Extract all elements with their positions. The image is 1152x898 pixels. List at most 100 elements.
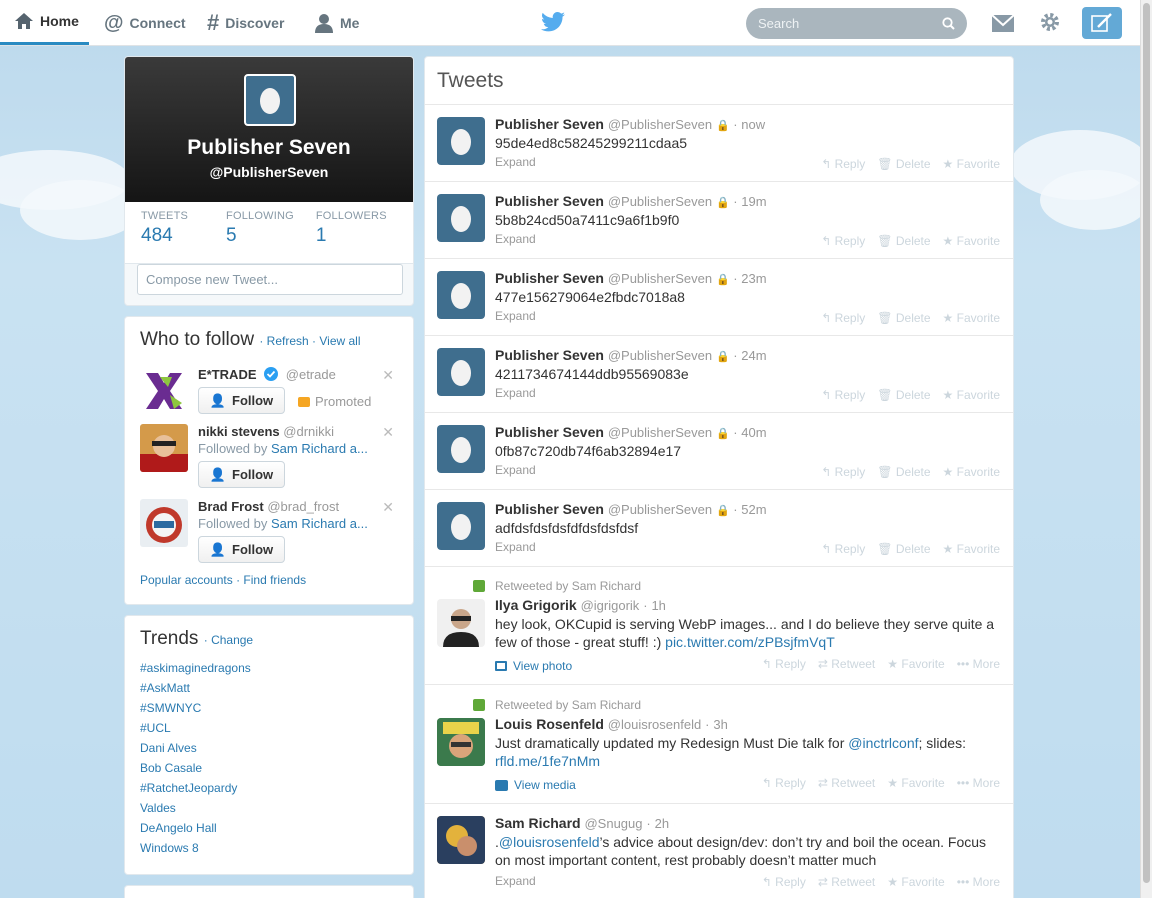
favorite-action[interactable]: ★ Favorite <box>943 388 1000 402</box>
tweet[interactable]: Retweeted by Sam Richard Louis Rosenfeld… <box>425 685 1013 804</box>
suggestion-name[interactable]: E*TRADE @etrade <box>198 367 336 382</box>
nav-home[interactable]: Home <box>0 0 89 45</box>
reply-action[interactable]: ↰ Reply <box>762 875 806 889</box>
tweet-author-name[interactable]: Publisher Seven <box>495 193 604 209</box>
delete-action[interactable]: 🗑 Delete <box>877 542 930 556</box>
compose-tweet-input[interactable]: Compose new Tweet... <box>137 264 403 295</box>
tweet-author-handle[interactable]: @igrigorik <box>581 598 640 613</box>
trend-item[interactable]: Dani Alves <box>140 738 398 758</box>
followed-by-link[interactable]: Sam Richard a... <box>271 516 368 531</box>
find-friends-link[interactable]: Find friends <box>243 573 306 587</box>
tweet-avatar[interactable] <box>437 502 485 550</box>
retweet-action[interactable]: ⇄ Retweet <box>818 776 875 790</box>
tweet-timestamp[interactable]: now <box>741 117 765 132</box>
refresh-link[interactable]: Refresh <box>267 334 309 348</box>
expand-link[interactable]: Expand <box>495 386 536 400</box>
tweet-author-handle[interactable]: @louisrosenfeld <box>608 717 701 732</box>
profile-banner[interactable]: Publisher Seven @PublisherSeven <box>125 57 413 202</box>
tweet-author-name[interactable]: Louis Rosenfeld <box>495 716 604 732</box>
dismiss-icon[interactable]: ✕ <box>382 424 394 441</box>
favorite-action[interactable]: ★ Favorite <box>943 157 1000 171</box>
tweet-avatar[interactable] <box>437 718 485 766</box>
delete-action[interactable]: 🗑 Delete <box>877 157 930 171</box>
expand-link[interactable]: Expand <box>495 540 536 554</box>
change-trends-link[interactable]: Change <box>211 633 253 647</box>
nav-discover[interactable]: # Discover <box>207 0 284 46</box>
tweet-timestamp[interactable]: 1h <box>651 598 665 613</box>
favorite-action[interactable]: ★ Favorite <box>943 234 1000 248</box>
reply-action[interactable]: ↰ Reply <box>821 542 865 556</box>
expand-link[interactable]: Expand <box>495 155 536 169</box>
stat-tweets[interactable]: TWEETS 484 <box>141 210 188 263</box>
delete-action[interactable]: 🗑 Delete <box>877 388 930 402</box>
tweet[interactable]: Retweeted by Sam Richard Ilya Grigorik @… <box>425 566 1013 685</box>
avatar[interactable] <box>140 424 188 472</box>
expand-link[interactable]: Expand <box>495 309 536 323</box>
popular-accounts-link[interactable]: Popular accounts <box>140 573 233 587</box>
tweet[interactable]: Publisher Seven @PublisherSeven 🔒 · 24m 4… <box>425 336 1013 413</box>
favorite-action[interactable]: ★ Favorite <box>943 311 1000 325</box>
trend-item[interactable]: #AskMatt <box>140 678 398 698</box>
retweet-action[interactable]: ⇄ Retweet <box>818 875 875 889</box>
tweet[interactable]: Publisher Seven @PublisherSeven 🔒 · 40m 0… <box>425 413 1013 490</box>
nav-connect[interactable]: @ Connect <box>104 0 186 46</box>
profile-avatar[interactable] <box>244 74 296 126</box>
trend-item[interactable]: DeAngelo Hall <box>140 818 398 838</box>
reply-action[interactable]: ↰ Reply <box>821 311 865 325</box>
etrade-logo[interactable] <box>140 367 188 415</box>
tweet-author-handle[interactable]: @Snugug <box>584 816 642 831</box>
tweet-timestamp[interactable]: 24m <box>741 348 766 363</box>
reply-action[interactable]: ↰ Reply <box>821 465 865 479</box>
delete-action[interactable]: 🗑 Delete <box>877 234 930 248</box>
follow-button[interactable]: 👤 Follow <box>198 536 285 563</box>
tweet-avatar[interactable] <box>437 271 485 319</box>
messages-envelope-icon[interactable] <box>991 14 1015 33</box>
profile-handle[interactable]: @PublisherSeven <box>125 164 413 180</box>
reply-action[interactable]: ↰ Reply <box>762 657 806 671</box>
tweet-author-name[interactable]: Publisher Seven <box>495 347 604 363</box>
follow-button[interactable]: 👤 Follow <box>198 387 285 414</box>
tweet-author-handle[interactable]: @PublisherSeven <box>608 194 712 209</box>
search-icon[interactable] <box>942 17 955 30</box>
tweet-timestamp[interactable]: 52m <box>741 502 766 517</box>
tweet-timestamp[interactable]: 40m <box>741 425 766 440</box>
suggestion-name[interactable]: nikki stevens @drnikki <box>198 424 334 439</box>
follow-button[interactable]: 👤 Follow <box>198 461 285 488</box>
view-photo-link[interactable]: View photo <box>495 659 572 673</box>
trend-item[interactable]: #askimaginedragons <box>140 658 398 678</box>
more-action[interactable]: ••• More <box>957 875 1000 889</box>
view-media-link[interactable]: View media <box>495 778 576 792</box>
expand-link[interactable]: Expand <box>495 232 536 246</box>
tweet[interactable]: Publisher Seven @PublisherSeven 🔒 · 52m a… <box>425 490 1013 567</box>
suggestion-name[interactable]: Brad Frost @brad_frost <box>198 499 339 514</box>
tweet[interactable]: Publisher Seven @PublisherSeven 🔒 · 19m 5… <box>425 182 1013 259</box>
favorite-action[interactable]: ★ Favorite <box>887 875 944 889</box>
tweet-timestamp[interactable]: 2h <box>655 816 669 831</box>
gear-icon[interactable] <box>1039 11 1061 33</box>
dismiss-icon[interactable]: ✕ <box>382 499 394 516</box>
followed-by-link[interactable]: Sam Richard a... <box>271 441 368 456</box>
tweet-author-handle[interactable]: @PublisherSeven <box>608 271 712 286</box>
more-action[interactable]: ••• More <box>957 776 1000 790</box>
reply-action[interactable]: ↰ Reply <box>821 388 865 402</box>
tweet-author-name[interactable]: Sam Richard <box>495 815 581 831</box>
reply-action[interactable]: ↰ Reply <box>762 776 806 790</box>
tweet-avatar[interactable] <box>437 117 485 165</box>
tweet[interactable]: Publisher Seven @PublisherSeven 🔒 · 23m 4… <box>425 259 1013 336</box>
dismiss-icon[interactable]: ✕ <box>382 367 394 384</box>
trend-item[interactable]: Windows 8 <box>140 838 398 858</box>
retweet-action[interactable]: ⇄ Retweet <box>818 657 875 671</box>
scrollbar-thumb[interactable] <box>1143 3 1150 883</box>
nav-me[interactable]: Me <box>314 0 359 46</box>
delete-action[interactable]: 🗑 Delete <box>877 311 930 325</box>
avatar[interactable] <box>140 499 188 547</box>
trend-item[interactable]: Valdes <box>140 798 398 818</box>
tweet[interactable]: Publisher Seven @PublisherSeven 🔒 · now 9… <box>425 105 1013 182</box>
stat-followers[interactable]: FOLLOWERS 1 <box>316 210 387 263</box>
search-box[interactable] <box>746 8 967 39</box>
tweet-timestamp[interactable]: 23m <box>741 271 766 286</box>
favorite-action[interactable]: ★ Favorite <box>943 465 1000 479</box>
retweeted-by[interactable]: Retweeted by Sam Richard <box>495 579 641 593</box>
tweet-avatar[interactable] <box>437 816 485 864</box>
tweet[interactable]: Sam Richard @Snugug · 2h .@louisrosenfel… <box>425 804 1013 898</box>
